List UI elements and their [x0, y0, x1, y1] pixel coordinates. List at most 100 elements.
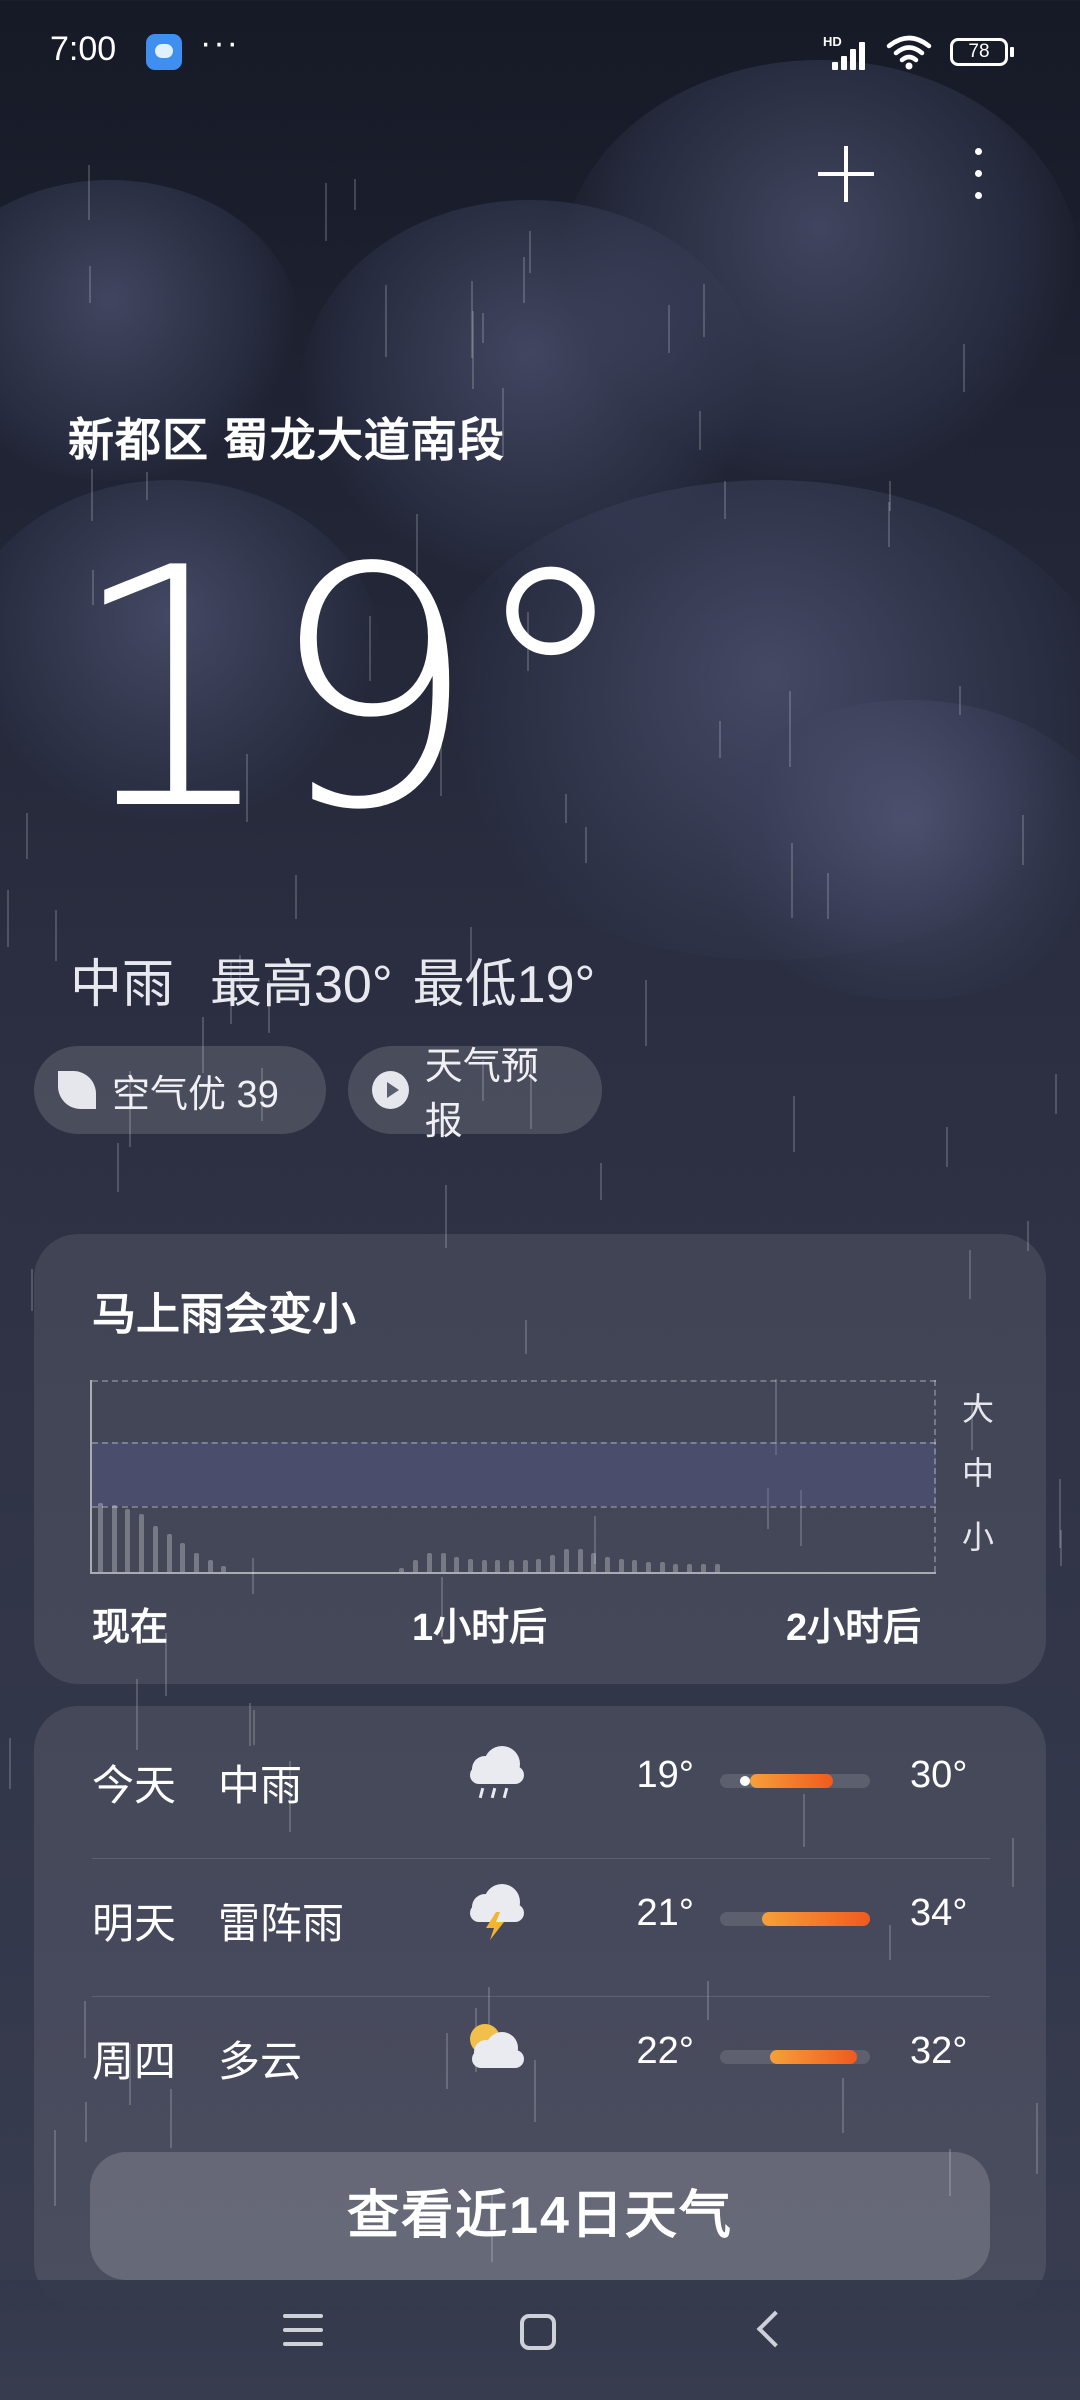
rain-cloud-icon — [466, 1742, 528, 1804]
y-label-moderate: 中 — [962, 1455, 995, 1491]
temp-range-bar — [720, 1912, 870, 1926]
precipitation-bar — [467, 1559, 473, 1572]
precipitation-bar — [673, 1564, 679, 1572]
precipitation-bar — [536, 1559, 542, 1572]
view-14-day-button[interactable]: 查看近14日天气 — [90, 2152, 990, 2280]
condition-summary: 中雨 最高30° 最低19° — [70, 942, 631, 1017]
precipitation-bar — [454, 1557, 460, 1572]
low-temp: 最低19° — [412, 956, 596, 1014]
precipitation-bar — [413, 1560, 419, 1572]
day-label: 周四 — [92, 2038, 177, 2085]
condition-label: 雷阵雨 — [218, 1900, 345, 1947]
add-city-button[interactable] — [816, 144, 876, 204]
more-options-button[interactable] — [958, 144, 998, 204]
current-temp-marker — [739, 1776, 750, 1786]
gridline — [92, 1380, 936, 1382]
high-temp: 32° — [910, 2030, 968, 2072]
rain-streak — [523, 257, 525, 303]
day-label: 今天 — [92, 1762, 177, 1809]
precipitation-bar — [618, 1559, 624, 1572]
rain-streak — [793, 1096, 795, 1152]
rain-streak — [471, 281, 473, 358]
rain-streak — [354, 179, 356, 210]
precipitation-card[interactable]: 马上雨会变小 大 中 小 现在 1小时后 2小时后 — [34, 1234, 1046, 1684]
rain-streak — [89, 266, 91, 303]
rain-streak — [55, 910, 57, 961]
precipitation-bar — [481, 1560, 487, 1572]
precipitation-bar — [221, 1566, 227, 1572]
precipitation-bar — [166, 1534, 172, 1572]
precipitation-bar — [522, 1560, 528, 1572]
rain-streak — [88, 165, 90, 220]
precipitation-bar — [426, 1553, 432, 1572]
rain-streak — [668, 305, 670, 353]
condition-text: 中雨 — [70, 956, 175, 1014]
low-temp: 19° — [636, 1754, 694, 1796]
rain-streak — [789, 691, 791, 767]
rain-streak — [645, 980, 647, 1046]
rain-streak — [724, 481, 726, 519]
x-label-now: 现在 — [92, 1607, 169, 1649]
x-label-2h: 2小时后 — [786, 1607, 922, 1649]
precipitation-bar — [632, 1560, 638, 1572]
rain-streak — [529, 231, 531, 273]
precipitation-bar — [604, 1557, 610, 1572]
precipitation-title: 马上雨会变小 — [92, 1290, 356, 1339]
precipitation-bar — [563, 1549, 569, 1572]
menu-icon[interactable] — [283, 2314, 323, 2348]
rain-streak — [26, 813, 28, 859]
precipitation-chart — [90, 1380, 936, 1574]
gridline — [92, 1506, 936, 1508]
forecast-label: 天气预报 — [424, 1046, 539, 1143]
rain-streak — [600, 1163, 602, 1200]
temp-range-fill — [762, 1912, 870, 1926]
precipitation-bar — [399, 1568, 405, 1572]
precipitation-bar — [139, 1514, 145, 1572]
air-quality-chip[interactable]: 空气优 39 — [34, 1046, 326, 1134]
precipitation-bar — [125, 1509, 131, 1572]
forecast-row-thursday[interactable]: 周四 多云 22° 32° — [34, 1982, 1046, 2120]
x-label-1h: 1小时后 — [412, 1607, 548, 1649]
precipitation-bar — [509, 1560, 514, 1572]
rain-streak — [146, 472, 148, 500]
y-label-heavy: 大 — [962, 1391, 995, 1427]
thunderstorm-icon — [466, 1880, 528, 1942]
weather-forecast-chip[interactable]: 天气预报 — [348, 1046, 602, 1143]
rain-streak — [703, 284, 705, 337]
rain-streak — [385, 285, 387, 357]
play-icon — [372, 1071, 409, 1109]
rain-streak — [963, 344, 965, 392]
temp-range-bar — [720, 1774, 870, 1788]
rain-streak — [1055, 1074, 1057, 1114]
precipitation-bar — [700, 1564, 706, 1572]
rain-streak — [1022, 815, 1024, 865]
leaf-icon — [58, 1071, 96, 1109]
precipitation-bar — [207, 1560, 213, 1572]
rain-streak — [719, 721, 721, 758]
high-temp: 30° — [910, 1754, 968, 1796]
current-temperature: 19° — [68, 498, 633, 882]
rain-streak — [325, 183, 327, 241]
rain-streak — [791, 843, 793, 918]
forecast-row-today[interactable]: 今天 中雨 19° 30° — [34, 1706, 1046, 1844]
temp-range-fill — [769, 2050, 857, 2064]
signal-icon — [832, 36, 874, 70]
precipitation-bar — [714, 1564, 720, 1572]
precipitation-bar — [646, 1562, 651, 1572]
gridline — [92, 1442, 936, 1444]
rain-streak — [946, 1127, 948, 1167]
day-label: 明天 — [92, 1900, 177, 1947]
home-icon[interactable] — [520, 2314, 556, 2350]
location-label: 新都区 蜀龙大道南段 — [68, 414, 505, 466]
chart-band — [92, 1442, 936, 1506]
precipitation-bar — [180, 1543, 186, 1572]
precipitation-bar — [577, 1549, 583, 1572]
low-temp: 21° — [636, 1892, 694, 1934]
precipitation-bar — [440, 1553, 446, 1572]
y-label-light: 小 — [962, 1519, 995, 1555]
weather-app-icon — [146, 34, 182, 70]
precipitation-bar — [111, 1505, 117, 1572]
rain-streak — [888, 502, 890, 547]
forecast-row-tomorrow[interactable]: 明天 雷阵雨 21° 34° — [34, 1844, 1046, 1982]
more-notifications-icon: ··· — [200, 24, 240, 62]
